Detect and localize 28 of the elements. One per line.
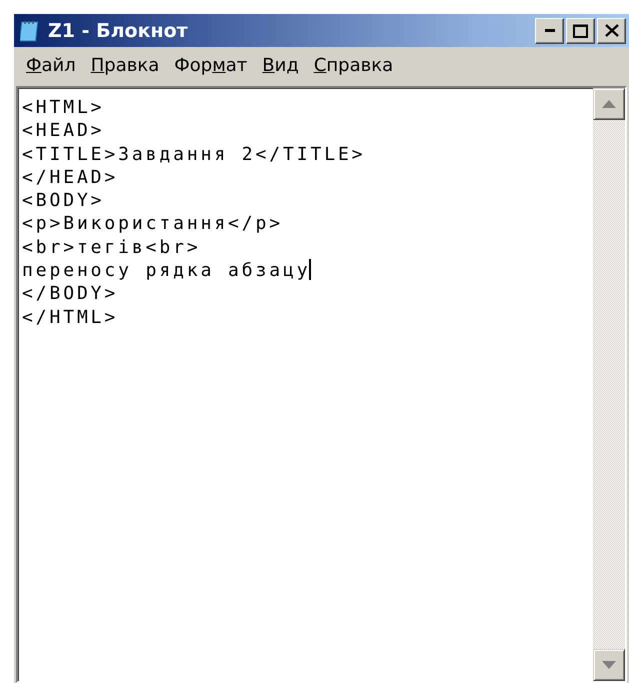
- maximize-button[interactable]: [566, 18, 595, 44]
- text-area[interactable]: <HTML> <HEAD> <TITLE>Завдання 2</TITLE> </HEAD> <BODY> <p>Використання</p> <br>тегів<br> переносу рядка абзацу </BODY> </HTML>: [16, 86, 627, 683]
- vertical-scrollbar[interactable]: [593, 88, 625, 681]
- text-line: <HEAD>: [22, 120, 104, 142]
- text-line: <BODY>: [22, 190, 104, 212]
- menu-item[interactable]: Правка: [84, 54, 168, 76]
- minimize-button[interactable]: [535, 18, 564, 44]
- text-line: <p>Використання</p>: [22, 213, 284, 234]
- close-icon: [604, 24, 618, 37]
- scroll-up-button[interactable]: [593, 88, 625, 120]
- text-line: </HTML>: [22, 306, 118, 328]
- menu-item[interactable]: Формат: [168, 54, 256, 76]
- menu-item[interactable]: Файл: [20, 54, 85, 76]
- window-title: Z1 - Блокнот: [48, 20, 189, 42]
- text-line: <HTML>: [22, 97, 104, 118]
- text-line: <TITLE>Завдання 2</TITLE>: [22, 144, 366, 165]
- text-line: </BODY>: [22, 283, 118, 304]
- up-arrow-icon: [602, 100, 616, 108]
- text-line: <br>тегів<br>: [22, 236, 201, 258]
- close-button[interactable]: [597, 18, 626, 44]
- minimize-icon: [544, 29, 554, 32]
- down-arrow-icon: [602, 661, 616, 669]
- menu-item[interactable]: Вид: [256, 54, 308, 76]
- scroll-down-button[interactable]: [593, 649, 625, 681]
- text-line: </HEAD>: [22, 166, 118, 188]
- menu-item[interactable]: Справка: [308, 54, 402, 76]
- text-line: переносу рядка абзацу: [22, 260, 310, 282]
- maximize-icon: [573, 24, 588, 38]
